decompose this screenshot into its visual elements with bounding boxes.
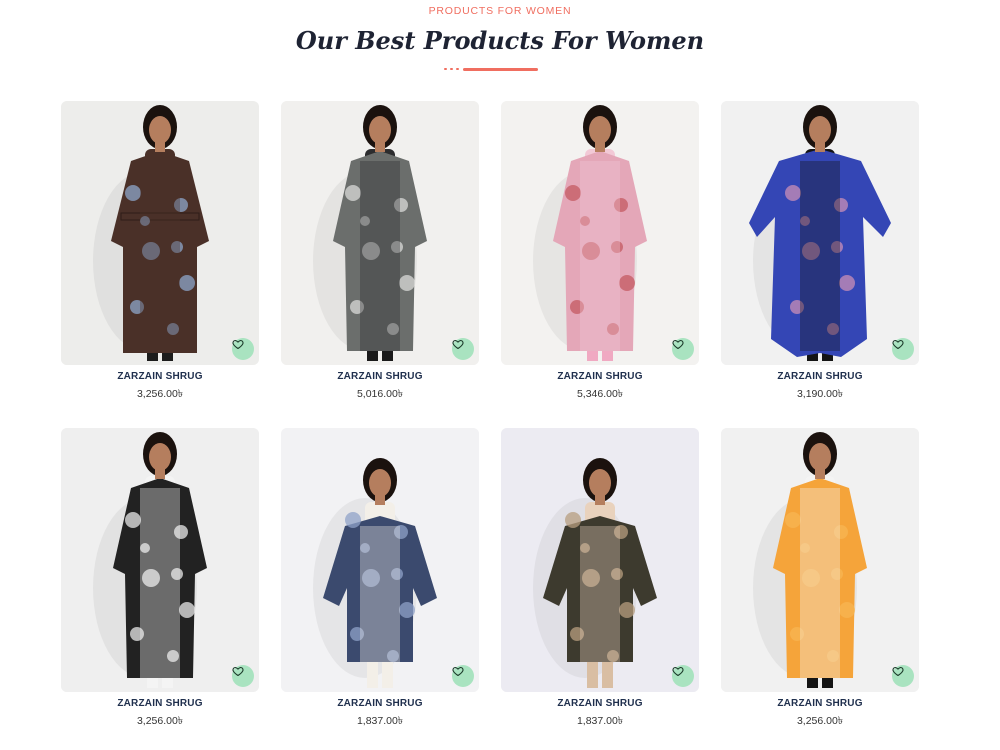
product-price: 3,256.00৳ xyxy=(796,715,844,727)
product-name[interactable]: ZARZAIN SHRUG xyxy=(281,698,479,709)
product-card[interactable]: ZARZAIN SHRUG 3,256.00৳ xyxy=(721,428,919,731)
product-image[interactable] xyxy=(61,428,259,692)
product-image[interactable] xyxy=(501,428,699,692)
product-card[interactable]: ZARZAIN SHRUG 3,256.00৳ xyxy=(61,428,259,731)
product-name[interactable]: ZARZAIN SHRUG xyxy=(61,371,259,382)
product-image[interactable] xyxy=(281,101,479,365)
product-name[interactable]: ZARZAIN SHRUG xyxy=(721,371,919,382)
product-image[interactable] xyxy=(281,428,479,692)
product-name[interactable]: ZARZAIN SHRUG xyxy=(281,371,479,382)
product-name[interactable]: ZARZAIN SHRUG xyxy=(61,698,259,709)
product-price: 3,190.00৳ xyxy=(796,388,844,400)
wishlist-button[interactable] xyxy=(672,338,694,360)
wishlist-button[interactable] xyxy=(232,665,254,687)
wishlist-button[interactable] xyxy=(452,665,474,687)
product-name[interactable]: ZARZAIN SHRUG xyxy=(501,371,699,382)
product-image[interactable] xyxy=(501,101,699,365)
product-price: 1,837.00৳ xyxy=(356,715,404,727)
product-price: 3,256.00৳ xyxy=(136,388,184,400)
product-card[interactable]: ZARZAIN SHRUG 3,190.00৳ xyxy=(721,101,919,404)
title-divider xyxy=(443,67,538,71)
wishlist-button[interactable] xyxy=(452,338,474,360)
product-card[interactable]: ZARZAIN SHRUG 1,837.00৳ xyxy=(281,428,479,731)
product-price: 5,346.00৳ xyxy=(576,388,624,400)
product-card[interactable]: ZARZAIN SHRUG 5,346.00৳ xyxy=(501,101,699,404)
section-eyebrow: PRODUCTS FOR WOMEN xyxy=(428,5,572,17)
section-title: Our Best Products For Women xyxy=(295,26,705,55)
product-image[interactable] xyxy=(721,101,919,365)
wishlist-button[interactable] xyxy=(892,338,914,360)
product-card[interactable]: ZARZAIN SHRUG 3,256.00৳ xyxy=(61,101,259,404)
product-card[interactable]: ZARZAIN SHRUG 5,016.00৳ xyxy=(281,101,479,404)
product-price: 3,256.00৳ xyxy=(136,715,184,727)
product-name[interactable]: ZARZAIN SHRUG xyxy=(721,698,919,709)
product-price: 5,016.00৳ xyxy=(356,388,404,400)
wishlist-button[interactable] xyxy=(892,665,914,687)
wishlist-button[interactable] xyxy=(672,665,694,687)
product-image[interactable] xyxy=(61,101,259,365)
product-card[interactable]: ZARZAIN SHRUG 1,837.00৳ xyxy=(501,428,699,731)
product-name[interactable]: ZARZAIN SHRUG xyxy=(501,698,699,709)
product-image[interactable] xyxy=(721,428,919,692)
wishlist-button[interactable] xyxy=(232,338,254,360)
product-price: 1,837.00৳ xyxy=(576,715,624,727)
